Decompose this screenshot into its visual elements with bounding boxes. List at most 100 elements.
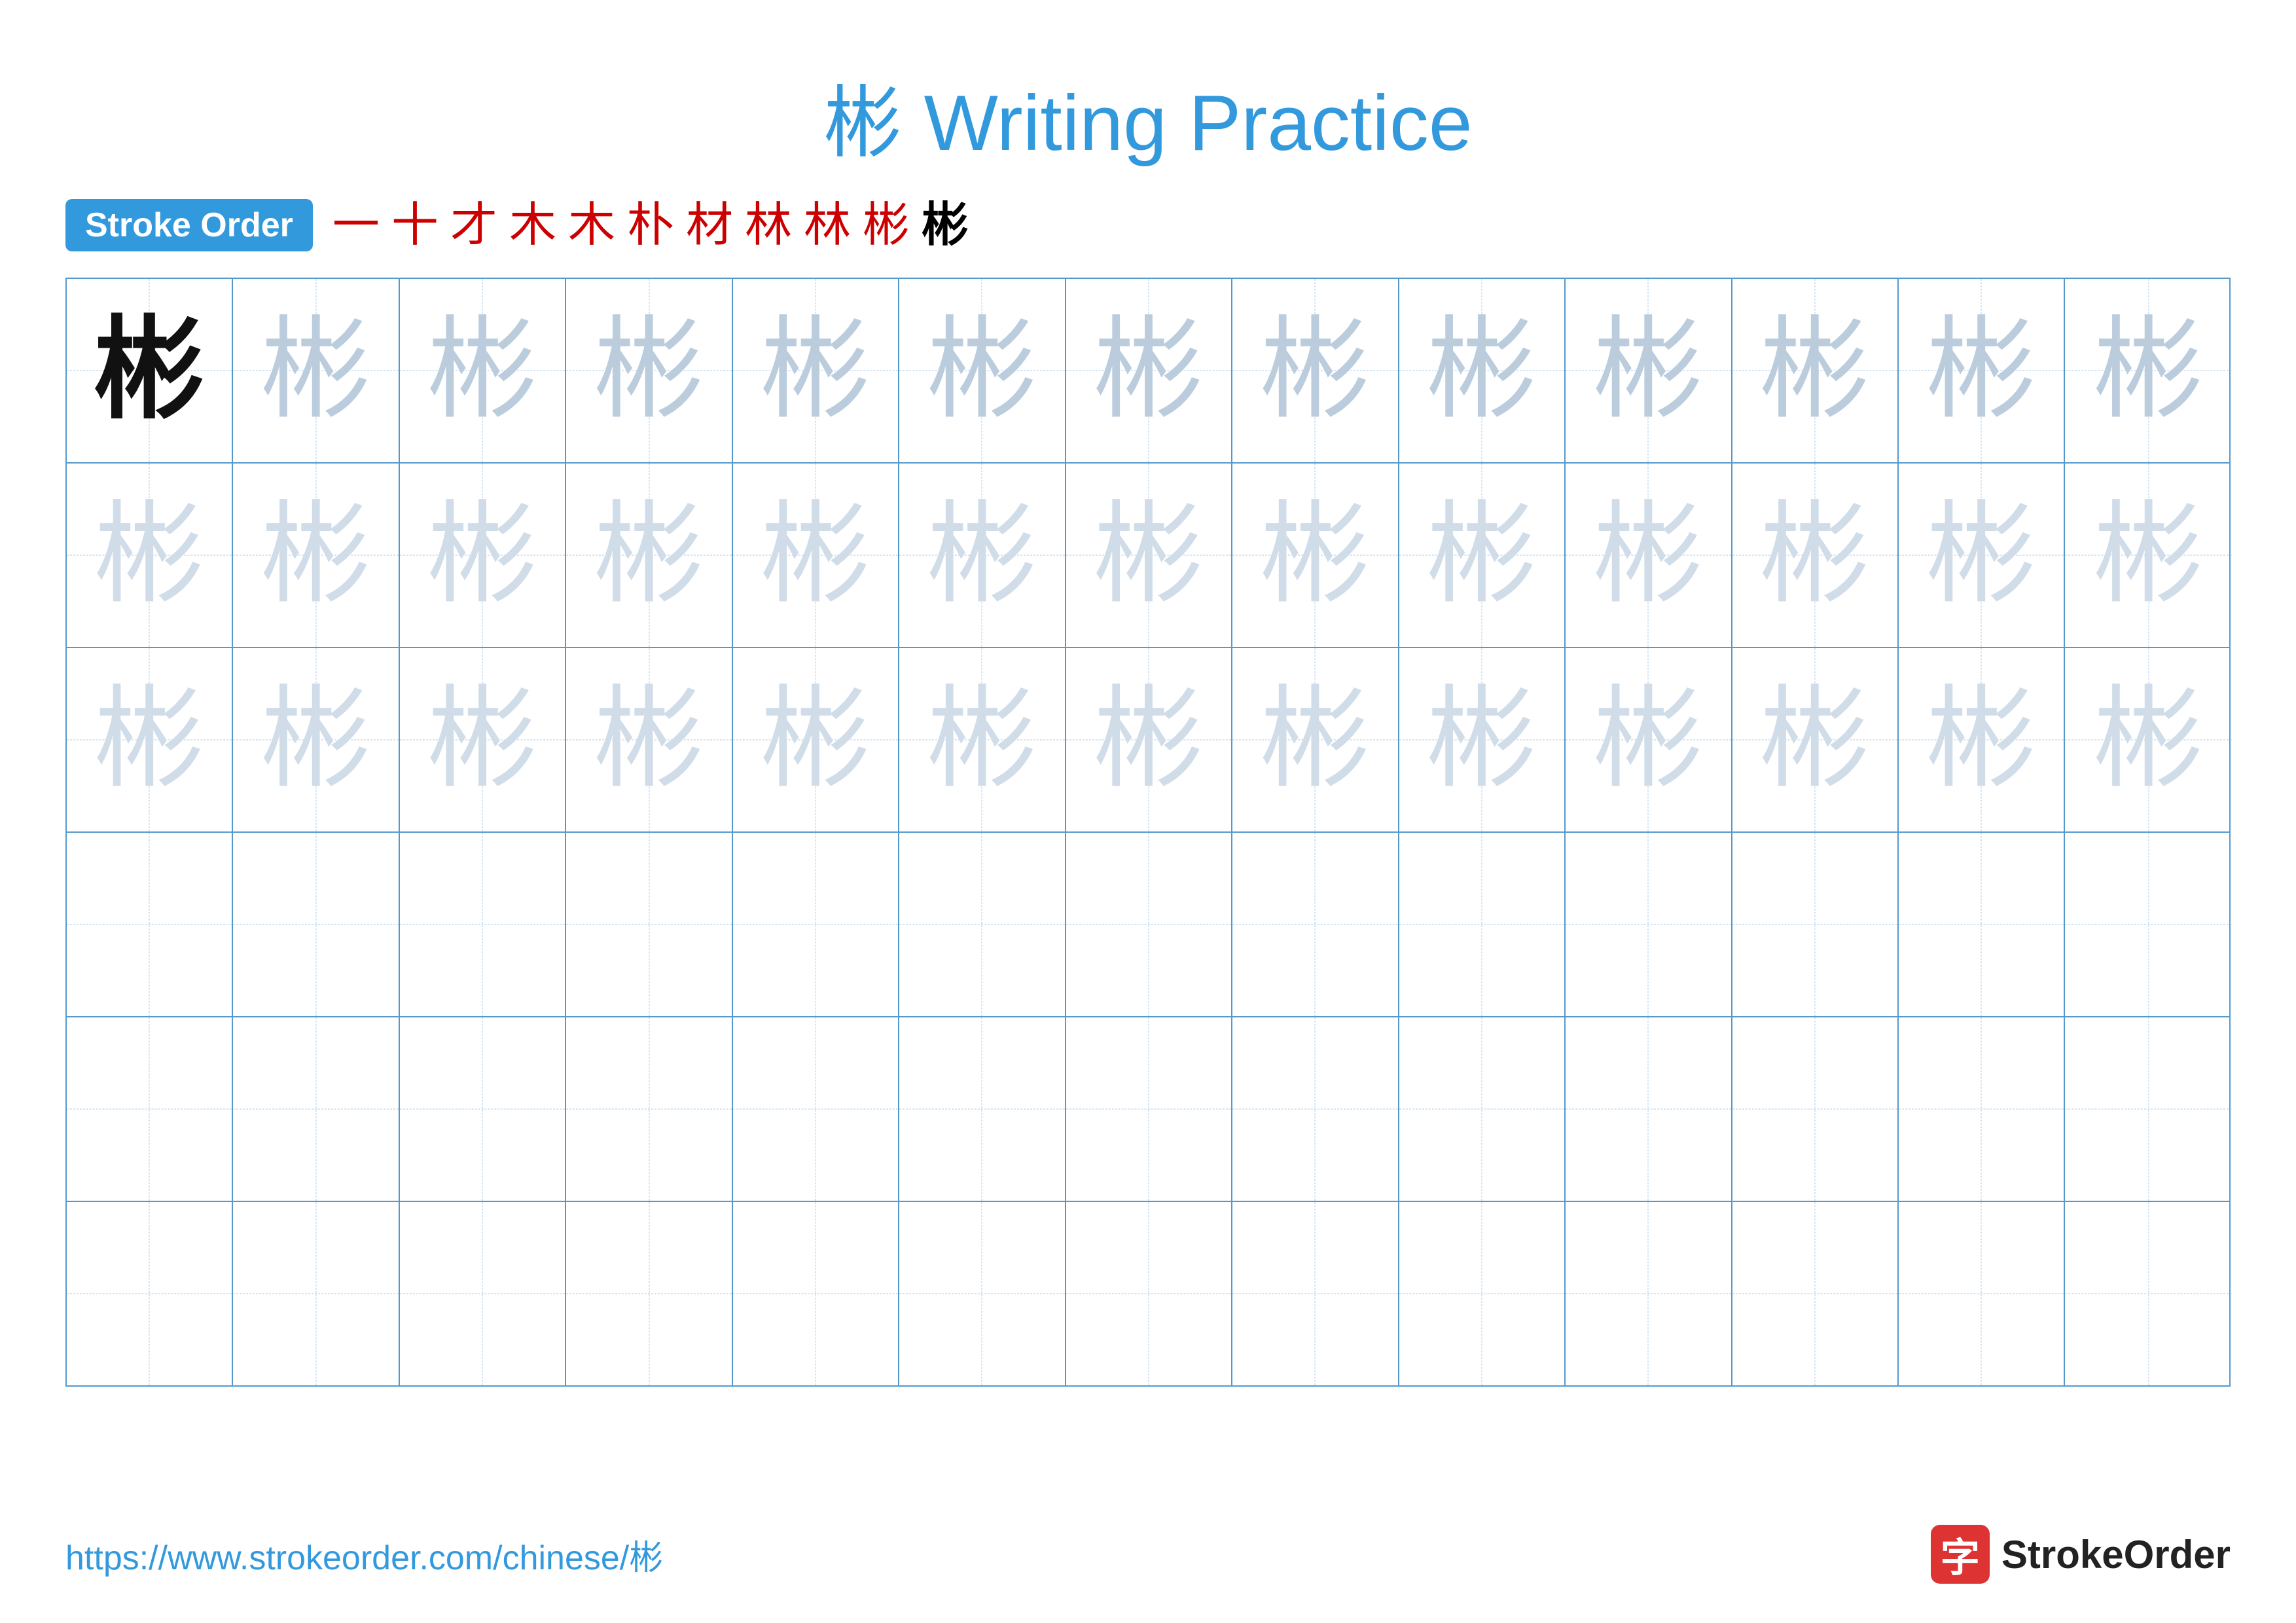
grid-cell-1-3[interactable]: 彬 bbox=[566, 464, 732, 647]
cell-char: 彬 bbox=[1759, 684, 1871, 795]
grid-cell-4-2[interactable] bbox=[400, 1017, 566, 1201]
grid-cell-1-5[interactable]: 彬 bbox=[899, 464, 1066, 647]
grid-cell-5-1[interactable] bbox=[233, 1202, 399, 1385]
grid-cell-5-3[interactable] bbox=[566, 1202, 732, 1385]
grid-cell-4-12[interactable] bbox=[2065, 1017, 2231, 1201]
grid-cell-0-4[interactable]: 彬 bbox=[733, 279, 899, 462]
grid-cell-0-10[interactable]: 彬 bbox=[1732, 279, 1899, 462]
cell-char: 彬 bbox=[1259, 684, 1371, 795]
grid-cell-2-12[interactable]: 彬 bbox=[2065, 648, 2231, 831]
grid-cell-3-8[interactable] bbox=[1399, 833, 1566, 1016]
cell-char: 彬 bbox=[1093, 500, 1204, 611]
grid-cell-5-7[interactable] bbox=[1232, 1202, 1399, 1385]
grid-cell-0-11[interactable]: 彬 bbox=[1899, 279, 2065, 462]
grid-cell-2-4[interactable]: 彬 bbox=[733, 648, 899, 831]
grid-cell-2-3[interactable]: 彬 bbox=[566, 648, 732, 831]
grid-cell-4-5[interactable] bbox=[899, 1017, 1066, 1201]
grid-cell-0-12[interactable]: 彬 bbox=[2065, 279, 2231, 462]
grid-cell-1-6[interactable]: 彬 bbox=[1066, 464, 1232, 647]
footer-url: https://www.strokeorder.com/chinese/彬 bbox=[65, 1530, 663, 1579]
grid-cell-3-6[interactable] bbox=[1066, 833, 1232, 1016]
grid-cell-5-8[interactable] bbox=[1399, 1202, 1566, 1385]
grid-cell-2-7[interactable]: 彬 bbox=[1232, 648, 1399, 831]
grid-cell-4-11[interactable] bbox=[1899, 1017, 2065, 1201]
grid-cell-3-11[interactable] bbox=[1899, 833, 2065, 1016]
grid-cell-3-9[interactable] bbox=[1566, 833, 1732, 1016]
grid-cell-0-0[interactable]: 彬 bbox=[67, 279, 233, 462]
grid-cell-2-1[interactable]: 彬 bbox=[233, 648, 399, 831]
stroke-step-6: 材 bbox=[686, 202, 733, 249]
brand-name: StrokeOrder bbox=[2001, 1532, 2231, 1577]
grid-cell-0-9[interactable]: 彬 bbox=[1566, 279, 1732, 462]
grid-cell-1-11[interactable]: 彬 bbox=[1899, 464, 2065, 647]
grid-cell-5-2[interactable] bbox=[400, 1202, 566, 1385]
grid-cell-0-6[interactable]: 彬 bbox=[1066, 279, 1232, 462]
grid-cell-2-0[interactable]: 彬 bbox=[67, 648, 233, 831]
grid-cell-2-11[interactable]: 彬 bbox=[1899, 648, 2065, 831]
cell-char: 彬 bbox=[1426, 684, 1537, 795]
grid-cell-2-5[interactable]: 彬 bbox=[899, 648, 1066, 831]
stroke-step-0: 一 bbox=[332, 202, 380, 249]
grid-cell-3-1[interactable] bbox=[233, 833, 399, 1016]
grid-cell-5-11[interactable] bbox=[1899, 1202, 2065, 1385]
grid-cell-5-0[interactable] bbox=[67, 1202, 233, 1385]
grid-cell-1-9[interactable]: 彬 bbox=[1566, 464, 1732, 647]
grid-cell-2-10[interactable]: 彬 bbox=[1732, 648, 1899, 831]
cell-char: 彬 bbox=[1759, 500, 1871, 611]
grid-cell-1-10[interactable]: 彬 bbox=[1732, 464, 1899, 647]
cell-char: 彬 bbox=[1759, 315, 1871, 426]
grid-cell-5-5[interactable] bbox=[899, 1202, 1066, 1385]
grid-cell-1-8[interactable]: 彬 bbox=[1399, 464, 1566, 647]
grid-cell-1-2[interactable]: 彬 bbox=[400, 464, 566, 647]
cell-char: 彬 bbox=[260, 500, 372, 611]
grid-cell-4-3[interactable] bbox=[566, 1017, 732, 1201]
cell-char: 彬 bbox=[1259, 500, 1371, 611]
grid-cell-4-6[interactable] bbox=[1066, 1017, 1232, 1201]
grid-cell-1-1[interactable]: 彬 bbox=[233, 464, 399, 647]
grid-cell-0-5[interactable]: 彬 bbox=[899, 279, 1066, 462]
grid-cell-0-2[interactable]: 彬 bbox=[400, 279, 566, 462]
grid-cell-4-7[interactable] bbox=[1232, 1017, 1399, 1201]
grid-cell-4-8[interactable] bbox=[1399, 1017, 1566, 1201]
practice-grid: 彬彬彬彬彬彬彬彬彬彬彬彬彬彬彬彬彬彬彬彬彬彬彬彬彬彬彬彬彬彬彬彬彬彬彬彬彬彬彬 bbox=[65, 278, 2231, 1387]
grid-cell-0-1[interactable]: 彬 bbox=[233, 279, 399, 462]
grid-cell-0-8[interactable]: 彬 bbox=[1399, 279, 1566, 462]
cell-char: 彬 bbox=[1426, 500, 1537, 611]
cell-char: 彬 bbox=[2093, 500, 2204, 611]
grid-cell-5-10[interactable] bbox=[1732, 1202, 1899, 1385]
grid-cell-3-2[interactable] bbox=[400, 833, 566, 1016]
grid-cell-3-0[interactable] bbox=[67, 833, 233, 1016]
grid-cell-5-6[interactable] bbox=[1066, 1202, 1232, 1385]
grid-cell-3-7[interactable] bbox=[1232, 833, 1399, 1016]
brand-logo: 字 bbox=[1931, 1525, 1990, 1584]
grid-cell-3-5[interactable] bbox=[899, 833, 1066, 1016]
grid-cell-5-4[interactable] bbox=[733, 1202, 899, 1385]
cell-char: 彬 bbox=[1926, 500, 2037, 611]
grid-cell-4-0[interactable] bbox=[67, 1017, 233, 1201]
cell-char: 彬 bbox=[1592, 500, 1704, 611]
grid-cell-2-2[interactable]: 彬 bbox=[400, 648, 566, 831]
grid-cell-5-9[interactable] bbox=[1566, 1202, 1732, 1385]
grid-cell-3-3[interactable] bbox=[566, 833, 732, 1016]
grid-cell-4-4[interactable] bbox=[733, 1017, 899, 1201]
stroke-step-5: 朴 bbox=[627, 202, 674, 249]
grid-cell-4-1[interactable] bbox=[233, 1017, 399, 1201]
grid-cell-2-6[interactable]: 彬 bbox=[1066, 648, 1232, 831]
grid-cell-2-8[interactable]: 彬 bbox=[1399, 648, 1566, 831]
grid-cell-1-12[interactable]: 彬 bbox=[2065, 464, 2231, 647]
grid-cell-4-9[interactable] bbox=[1566, 1017, 1732, 1201]
grid-cell-1-0[interactable]: 彬 bbox=[67, 464, 233, 647]
cell-char: 彬 bbox=[760, 315, 871, 426]
cell-char: 彬 bbox=[94, 500, 205, 611]
grid-cell-5-12[interactable] bbox=[2065, 1202, 2231, 1385]
grid-cell-1-4[interactable]: 彬 bbox=[733, 464, 899, 647]
grid-cell-2-9[interactable]: 彬 bbox=[1566, 648, 1732, 831]
grid-cell-4-10[interactable] bbox=[1732, 1017, 1899, 1201]
grid-cell-3-4[interactable] bbox=[733, 833, 899, 1016]
grid-cell-0-7[interactable]: 彬 bbox=[1232, 279, 1399, 462]
grid-cell-1-7[interactable]: 彬 bbox=[1232, 464, 1399, 647]
footer: https://www.strokeorder.com/chinese/彬 字 … bbox=[65, 1525, 2231, 1584]
grid-cell-0-3[interactable]: 彬 bbox=[566, 279, 732, 462]
grid-cell-3-12[interactable] bbox=[2065, 833, 2231, 1016]
grid-cell-3-10[interactable] bbox=[1732, 833, 1899, 1016]
